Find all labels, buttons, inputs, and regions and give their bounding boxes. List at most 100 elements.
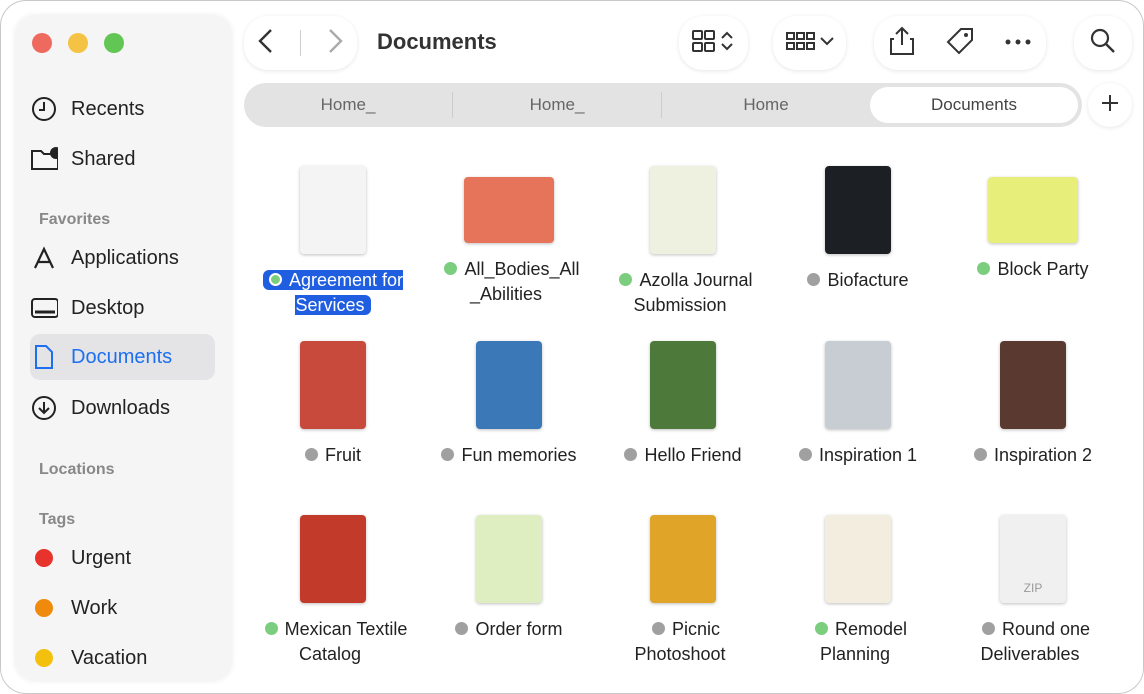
- file-name: Inspiration 2: [994, 445, 1092, 465]
- file-name: Mexican Textile Catalog: [285, 619, 408, 664]
- sidebar-item-label: Applications: [71, 247, 179, 270]
- view-mode-button[interactable]: [679, 16, 748, 70]
- minimize-button[interactable]: [68, 33, 88, 53]
- tag-icon[interactable]: [945, 26, 975, 61]
- tag-color-dot: [35, 649, 53, 667]
- tag-dot: [624, 448, 637, 461]
- forward-button[interactable]: [325, 27, 345, 60]
- file-item[interactable]: Inspiration 1: [773, 341, 943, 468]
- sidebar-item-label: Shared: [71, 148, 136, 171]
- tab-bar: Home_ Home_ Home Documents: [244, 83, 1082, 127]
- file-name: Fruit: [325, 445, 361, 465]
- sidebar-item-documents[interactable]: Documents: [30, 334, 215, 380]
- file-name: Block Party: [997, 259, 1088, 279]
- tag-color-dot: [35, 599, 53, 617]
- tag-dot: [269, 273, 282, 286]
- desktop-icon: [30, 296, 58, 320]
- file-item[interactable]: Fun memories: [424, 341, 594, 468]
- group-icon: [785, 28, 835, 59]
- file-thumbnail: [650, 341, 716, 429]
- file-thumbnail: [988, 177, 1078, 243]
- tag-dot: [444, 262, 457, 275]
- file-item[interactable]: Mexican Textile Catalog: [248, 515, 418, 667]
- tag-dot: [974, 448, 987, 461]
- file-name: Picnic Photoshoot: [634, 619, 725, 664]
- back-button[interactable]: [256, 27, 276, 60]
- file-item[interactable]: Remodel Planning: [773, 515, 943, 667]
- file-thumbnail: [476, 341, 542, 429]
- tag-color-dot: [35, 549, 53, 567]
- zoom-button[interactable]: [104, 33, 124, 53]
- file-thumbnail: [825, 166, 891, 254]
- file-name: Hello Friend: [644, 445, 741, 465]
- file-item[interactable]: Inspiration 2: [948, 341, 1118, 468]
- share-icon[interactable]: [888, 26, 916, 61]
- file-name: Order form: [475, 619, 562, 639]
- plus-icon: [1100, 93, 1120, 118]
- tab-home-2[interactable]: Home_: [453, 87, 661, 123]
- tag-dot: [807, 273, 820, 286]
- file-thumbnail: [464, 177, 554, 243]
- sidebar-tag-urgent[interactable]: Urgent: [16, 535, 216, 581]
- tag-dot: [455, 622, 468, 635]
- file-item[interactable]: Block Party: [948, 166, 1118, 282]
- search-icon: [1089, 27, 1117, 60]
- file-name: All_Bodies_All _Abilities: [464, 259, 579, 304]
- sidebar-item-desktop[interactable]: Desktop: [16, 285, 216, 331]
- zip-label: ZIP: [1024, 581, 1043, 595]
- file-thumbnail: [825, 515, 891, 603]
- file-thumbnail: [650, 515, 716, 603]
- file-item[interactable]: ZIPRound one Deliverables: [948, 515, 1118, 667]
- tag-dot: [441, 448, 454, 461]
- file-thumbnail: [825, 341, 891, 429]
- new-tab-button[interactable]: [1088, 83, 1132, 127]
- file-name: Fun memories: [461, 445, 576, 465]
- favorites-header: Favorites: [39, 211, 110, 229]
- file-thumbnail: [300, 166, 366, 254]
- tag-label: Work: [71, 597, 117, 620]
- file-item[interactable]: Agreement for Services: [248, 166, 418, 318]
- shared-folder-icon: [30, 146, 58, 172]
- action-buttons: [874, 16, 1046, 70]
- search-button[interactable]: [1074, 16, 1132, 70]
- sidebar-item-downloads[interactable]: Downloads: [16, 385, 216, 431]
- window-title: Documents: [377, 29, 497, 55]
- sidebar-item-label: Desktop: [71, 297, 144, 320]
- sidebar-item-recents[interactable]: Recents: [16, 86, 216, 132]
- grid-view-icon: [691, 28, 737, 59]
- file-thumbnail: ZIP: [1000, 515, 1066, 603]
- tab-home-1[interactable]: Home_: [244, 87, 452, 123]
- sidebar-tag-work[interactable]: Work: [16, 585, 216, 631]
- file-name: Inspiration 1: [819, 445, 917, 465]
- file-item[interactable]: Azolla Journal Submission: [598, 166, 768, 318]
- file-item[interactable]: Order form: [424, 515, 594, 642]
- file-item[interactable]: Picnic Photoshoot: [598, 515, 768, 667]
- sidebar-item-applications[interactable]: Applications: [16, 235, 216, 281]
- document-icon: [30, 344, 58, 370]
- finder-window: Recents Shared Favorites Applications De…: [0, 0, 1144, 694]
- tab-documents[interactable]: Documents: [870, 87, 1078, 123]
- applications-icon: [30, 245, 58, 271]
- sidebar-item-shared[interactable]: Shared: [16, 136, 216, 182]
- sidebar-item-label: Recents: [71, 98, 144, 121]
- more-icon[interactable]: [1004, 34, 1032, 52]
- file-thumbnail: [650, 166, 716, 254]
- file-thumbnail: [1000, 341, 1066, 429]
- file-item[interactable]: Hello Friend: [598, 341, 768, 468]
- file-item[interactable]: Fruit: [248, 341, 418, 468]
- sidebar-item-label: Documents: [71, 346, 172, 369]
- tag-dot: [977, 262, 990, 275]
- file-name: Agreement for Services: [289, 270, 403, 315]
- tags-header[interactable]: Tags: [39, 511, 75, 529]
- tag-dot: [982, 622, 995, 635]
- group-by-button[interactable]: [773, 16, 846, 70]
- file-item[interactable]: All_Bodies_All _Abilities: [424, 166, 594, 307]
- file-name: Azolla Journal Submission: [633, 270, 752, 315]
- file-name: Biofacture: [827, 270, 908, 290]
- close-button[interactable]: [32, 33, 52, 53]
- sidebar-tag-vacation[interactable]: Vacation: [16, 635, 216, 681]
- file-item[interactable]: Biofacture: [773, 166, 943, 293]
- tab-home-3[interactable]: Home: [662, 87, 870, 123]
- locations-header[interactable]: Locations: [39, 461, 115, 479]
- tag-label: Urgent: [71, 547, 131, 570]
